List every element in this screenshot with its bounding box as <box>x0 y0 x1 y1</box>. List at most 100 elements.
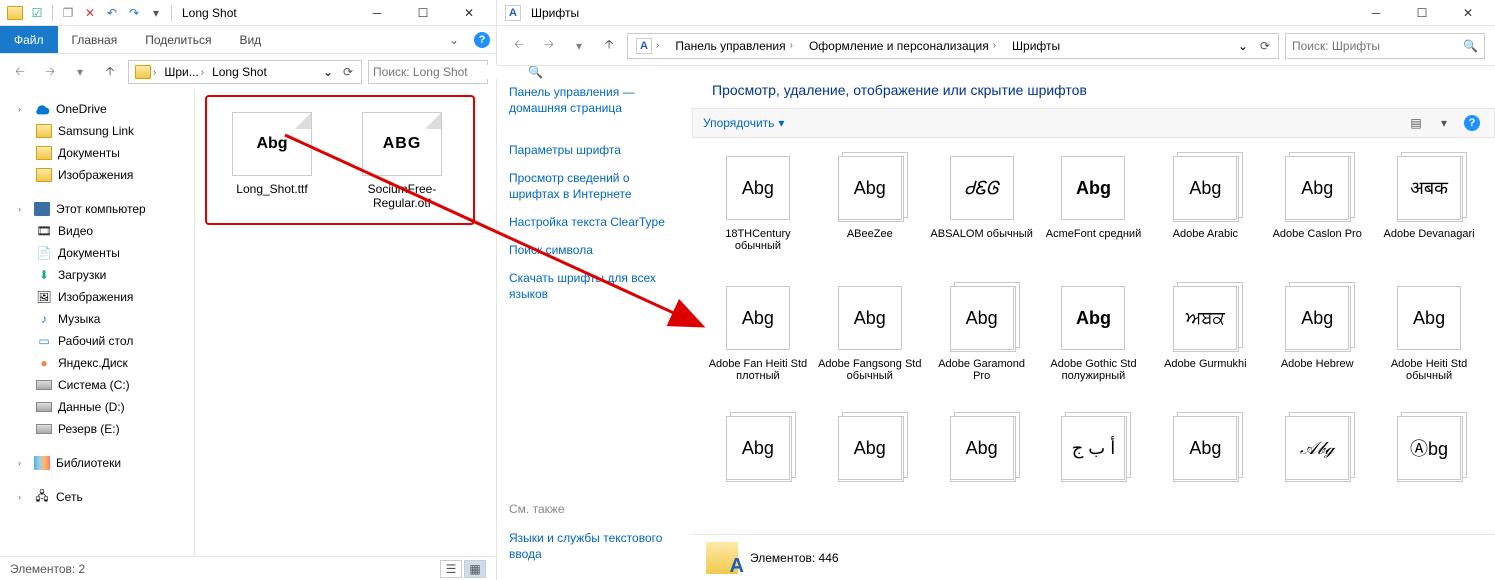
font-item[interactable]: أ ب ج <box>1042 412 1146 530</box>
view-options-button[interactable]: ▾ <box>1432 113 1456 133</box>
font-item[interactable]: Ⓐbg <box>1377 412 1481 530</box>
tab-home[interactable]: Главная <box>58 26 132 53</box>
tree-item[interactable]: 🎞Видео <box>0 220 194 242</box>
minimize-button[interactable]: ─ <box>1353 0 1399 26</box>
font-item[interactable]: AbgAdobe Fan Heiti Std плотный <box>706 282 810 400</box>
separator <box>171 5 172 21</box>
breadcrumb[interactable]: › Шри...› Long Shot ⌄ ⟳ <box>128 60 362 84</box>
expand-ribbon-icon[interactable]: ⌄ <box>440 26 468 53</box>
font-item[interactable]: ਅਬਕAdobe Gurmukhi <box>1153 282 1257 400</box>
back-button[interactable]: 🡠 <box>507 34 531 58</box>
organize-button[interactable]: Упорядочить ▾ <box>703 116 784 130</box>
side-link[interactable]: Скачать шрифты для всех языков <box>509 266 680 306</box>
font-item[interactable]: AbgAdobe Fangsong Std обычный <box>818 282 922 400</box>
tree-item[interactable]: Samsung Link <box>0 120 194 142</box>
back-button[interactable]: 🡠 <box>8 60 32 84</box>
tree-libraries[interactable]: ›Библиотеки <box>0 452 194 474</box>
font-thumbnail: Abg <box>834 412 906 484</box>
font-item[interactable]: AbgAdobe Arabic <box>1153 152 1257 270</box>
up-button[interactable]: 🡡 <box>597 34 621 58</box>
crumb-seg[interactable]: Оформление и персонализация <box>809 39 989 53</box>
search-field[interactable] <box>1292 39 1463 53</box>
side-link[interactable]: Поиск символа <box>509 238 680 262</box>
close-button[interactable]: ✕ <box>446 0 492 26</box>
font-item[interactable]: Abg Adobe Garamond Pro <box>930 282 1034 400</box>
up-button[interactable]: 🡡 <box>98 60 122 84</box>
refresh-button[interactable]: ⟳ <box>1254 35 1276 57</box>
tree-network[interactable]: ›🖧Сеть <box>0 486 194 508</box>
tree-item[interactable]: Резерв (E:) <box>0 418 194 440</box>
minimize-button[interactable]: ─ <box>354 0 400 26</box>
properties-icon[interactable]: ☑ <box>29 5 45 21</box>
font-item[interactable]: AbgAcmeFont средний <box>1042 152 1146 270</box>
tab-file[interactable]: Файл <box>0 26 58 53</box>
font-item[interactable]: AbgAdobe Hebrew <box>1265 282 1369 400</box>
maximize-button[interactable]: ☐ <box>1399 0 1445 26</box>
font-item[interactable]: Abg <box>930 412 1034 530</box>
copy-icon[interactable]: ❐ <box>60 5 76 21</box>
path-seg[interactable]: Long Shot <box>212 65 267 79</box>
tree-item[interactable]: Система (C:) <box>0 374 194 396</box>
side-link[interactable]: Панель управления — домашняя страница <box>509 80 680 120</box>
search-input[interactable]: 🔍 <box>1285 33 1485 59</box>
path-dropdown-icon[interactable]: ⌄ <box>319 65 337 79</box>
font-item[interactable]: Abg <box>1153 412 1257 530</box>
breadcrumb[interactable]: A› Панель управления› Оформление и персо… <box>627 33 1279 59</box>
tree-onedrive[interactable]: ›OneDrive <box>0 98 194 120</box>
tree-item[interactable]: ♪Музыка <box>0 308 194 330</box>
path-seg[interactable]: Шри... <box>164 65 198 79</box>
delete-icon[interactable]: ✕ <box>82 5 98 21</box>
details-view-button[interactable]: ☰ <box>440 560 462 578</box>
font-thumbnail: 𝒜𝒷ℊ <box>1281 412 1353 484</box>
recent-dropdown-icon[interactable]: ▾ <box>567 34 591 58</box>
font-thumbnail: Abg <box>1393 282 1465 354</box>
tree-item[interactable]: ⬇Загрузки <box>0 264 194 286</box>
thumbnails-view-button[interactable]: ▦ <box>464 560 486 578</box>
tree-item[interactable]: 🖼Изображения <box>0 286 194 308</box>
side-link[interactable]: Просмотр сведений о шрифтах в Интернете <box>509 166 680 206</box>
tree-item[interactable]: ●Яндекс.Диск <box>0 352 194 374</box>
side-link[interactable]: Настройка текста ClearType <box>509 210 680 234</box>
maximize-button[interactable]: ☐ <box>400 0 446 26</box>
tree-item[interactable]: 📄Документы <box>0 242 194 264</box>
font-item[interactable]: AbgAdobe Heiti Std обычный <box>1377 282 1481 400</box>
tab-share[interactable]: Поделиться <box>131 26 225 53</box>
path-dropdown-icon[interactable]: ⌄ <box>1232 39 1254 53</box>
font-item[interactable]: अबकAdobe Devanagari <box>1377 152 1481 270</box>
qat-dropdown-icon[interactable]: ▾ <box>148 5 164 21</box>
font-item[interactable]: AbgAdobe Caslon Pro <box>1265 152 1369 270</box>
tree-thispc[interactable]: ›Этот компьютер <box>0 198 194 220</box>
cloud-icon <box>34 101 50 117</box>
help-button[interactable]: ? <box>468 26 496 53</box>
font-thumbnail: Abg <box>946 282 1018 354</box>
tree-item[interactable]: ▭Рабочий стол <box>0 330 194 352</box>
font-item[interactable]: 𝒜𝒷ℊ <box>1265 412 1369 530</box>
help-button[interactable]: ? <box>1460 113 1484 133</box>
forward-button[interactable]: 🡢 <box>537 34 561 58</box>
side-link[interactable]: Языки и службы текстового ввода <box>509 526 680 566</box>
search-input[interactable]: 🔍 <box>368 60 488 84</box>
status-text: Элементов: 446 <box>750 551 839 565</box>
crumb-seg[interactable]: Панель управления <box>675 39 785 53</box>
font-item[interactable]: Abg18THCentury обычный <box>706 152 810 270</box>
tree-item[interactable]: Данные (D:) <box>0 396 194 418</box>
font-item[interactable]: Abg <box>818 412 922 530</box>
status-bar: Элементов: 2 ☰ ▦ <box>0 556 496 580</box>
crumb-seg[interactable]: Шрифты <box>1012 39 1060 53</box>
preview-pane-button[interactable]: ▤ <box>1404 113 1428 133</box>
font-item[interactable]: AbgAdobe Gothic Std полужирный <box>1042 282 1146 400</box>
side-link[interactable]: Параметры шрифта <box>509 138 680 162</box>
tree-item[interactable]: Изображения <box>0 164 194 186</box>
font-item[interactable]: AbgABeeZee <box>818 152 922 270</box>
font-label: Adobe Garamond Pro <box>930 358 1034 386</box>
redo-icon[interactable]: ↷ <box>126 5 142 21</box>
tree-item[interactable]: Документы <box>0 142 194 164</box>
font-item[interactable]: ᏧᏋᎶABSALOM обычный <box>930 152 1034 270</box>
close-button[interactable]: ✕ <box>1445 0 1491 26</box>
forward-button[interactable]: 🡢 <box>38 60 62 84</box>
tab-view[interactable]: Вид <box>225 26 275 53</box>
recent-dropdown-icon[interactable]: ▾ <box>68 60 92 84</box>
font-item[interactable]: Abg <box>706 412 810 530</box>
refresh-button[interactable]: ⟳ <box>337 61 359 83</box>
undo-icon[interactable]: ↶ <box>104 5 120 21</box>
